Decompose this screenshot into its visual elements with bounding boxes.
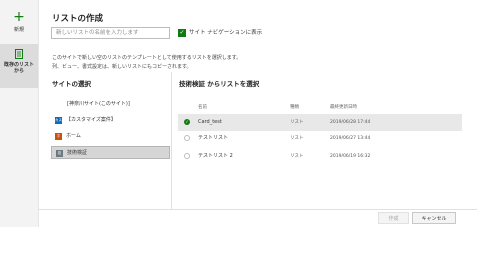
list-row-test-list[interactable]: テストリスト リスト 2019/06/27 13:44	[178, 130, 462, 147]
site-item-label: 【カスタマイズ案件】	[66, 117, 116, 123]
list-row-type: リスト	[290, 120, 304, 125]
column-header-name: 名前	[198, 105, 207, 110]
radio-unchecked-icon[interactable]	[184, 135, 190, 141]
site-item-home[interactable]: ホ ホーム	[51, 130, 170, 143]
list-row-type: リスト	[290, 136, 304, 141]
list-name-input[interactable]	[51, 27, 170, 39]
new-label: 新規	[13, 27, 24, 33]
show-in-nav-checkbox[interactable]: ✓	[178, 29, 186, 37]
left-rail: + 新規 既存のリスト から	[0, 0, 39, 227]
column-divider	[171, 72, 172, 209]
list-row-name: テストリスト	[198, 135, 229, 141]
from-existing-list-button[interactable]: 既存のリスト から	[0, 44, 38, 88]
site-item-tech-verification[interactable]: 技 技術検証	[51, 146, 170, 159]
description-line-2: 列、ビュー、書式設定は、新しいリストにもコピーされます。	[52, 64, 192, 70]
list-selection-title: 技術検証 からリストを選択	[179, 80, 260, 88]
list-row-test-list-2[interactable]: テストリスト 2 リスト 2019/06/19 16:32	[178, 148, 462, 165]
site-icon-orange: ホ	[55, 133, 62, 140]
radio-unchecked-icon[interactable]	[184, 153, 190, 159]
plus-icon: +	[13, 9, 25, 25]
list-row-name: テストリスト 2	[198, 153, 233, 159]
site-item-kanagawa[interactable]: [神奈川サイト(このサイト)]	[51, 98, 170, 111]
site-icon-blue: カス	[55, 117, 62, 124]
document-icon	[15, 49, 23, 59]
site-item-label: [神奈川サイト(このサイト)]	[67, 101, 130, 107]
new-list-button[interactable]: + 新規	[0, 10, 38, 40]
description: このサイトで新しい空のリストのテンプレートとして使用するリストを選択します。 列…	[52, 54, 241, 72]
existing-label-line2: から	[13, 68, 24, 74]
show-in-nav-label: サイト ナビゲーションに表示	[189, 30, 263, 36]
list-row-type: リスト	[290, 154, 304, 159]
site-list: [神奈川サイト(このサイト)] カス 【カスタマイズ案件】 ホ ホーム 技 技術…	[51, 98, 170, 162]
site-item-label: ホーム	[66, 133, 81, 139]
list-row-card-test[interactable]: ✓ Card_test リスト 2019/06/28 17:44	[178, 114, 462, 131]
dialog-title: リストの作成	[52, 14, 104, 24]
list-row-modified: 2019/06/27 13:44	[330, 136, 371, 141]
footer-divider	[38, 209, 477, 210]
site-selection-title: サイトの選択	[52, 80, 91, 88]
column-header-modified: 最終更新日時	[330, 105, 357, 110]
list-row-name: Card_test	[198, 119, 222, 125]
list-row-modified: 2019/06/19 16:32	[330, 154, 371, 159]
radio-checked-icon[interactable]: ✓	[184, 119, 190, 125]
site-item-label: 技術検証	[67, 150, 88, 156]
site-icon-gray: 技	[56, 150, 63, 157]
description-line-1: このサイトで新しい空のリストのテンプレートとして使用するリストを選択します。	[52, 55, 242, 61]
create-button[interactable]: 作成	[378, 212, 409, 224]
column-header-type: 種類	[290, 105, 299, 110]
site-item-customize[interactable]: カス 【カスタマイズ案件】	[51, 114, 170, 127]
list-row-modified: 2019/06/28 17:44	[330, 120, 371, 125]
cancel-button[interactable]: キャンセル	[412, 212, 456, 224]
